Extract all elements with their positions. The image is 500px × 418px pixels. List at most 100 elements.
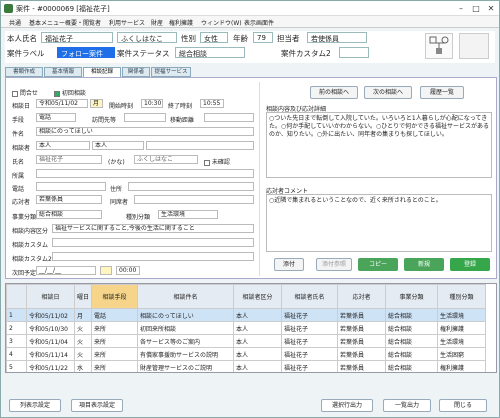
col-header-consulter-type[interactable]: 相談者区分 (233, 284, 283, 309)
case-label-label: 案件ラベル (7, 49, 45, 58)
means-select[interactable]: 電話 (36, 113, 76, 122)
menu-item-assets[interactable]: 財産 (151, 18, 163, 27)
menu-item-overview[interactable]: 概要・閲覧者 (65, 18, 101, 27)
register-button[interactable]: 登録 (450, 258, 490, 271)
row-number: 1 (6, 308, 27, 322)
table-row[interactable]: 4 令和05/11/14 火来所 有償家事援助サービスの説明 本人 福祉花子 若葉係員 総合相… (6, 347, 487, 361)
select-output-button[interactable]: 選択行出力 (321, 399, 373, 412)
responder-select[interactable]: 若葉係員 (36, 195, 102, 204)
custom-label: 相談カスタム (12, 242, 49, 249)
menu-item-basic[interactable]: 基本メニュー (29, 18, 65, 27)
tab-basic-info[interactable]: 基本情報 (44, 67, 82, 77)
maximize-icon[interactable]: □ (470, 3, 482, 14)
next-consultation-button[interactable]: 次の相談へ (364, 86, 412, 99)
window-title: 案件 - #0000069 [福祉花子] (16, 5, 110, 13)
first-label: 初回相談 (61, 90, 86, 97)
person-kana-input[interactable]: ふくしはなこ (134, 155, 198, 164)
case-label-value: フォロー案件 (57, 47, 115, 58)
content-input[interactable]: 福祉サービスに関すること,今後の生活に関すること (52, 224, 254, 233)
comment-textarea[interactable]: ○近隣で集まれるということなので、近く来所されるとのこと。 (266, 194, 492, 252)
address-input[interactable] (128, 182, 254, 191)
new-button[interactable]: 新規 (404, 258, 444, 271)
unconfirmed-wrap: 未確認 (204, 157, 230, 166)
col-header-subject[interactable]: 相談件名 (137, 284, 235, 309)
table-row[interactable]: 2 令和05/10/30 火来所 初回来所相談 本人 福祉花子 若葉係員 総合相談 権利擁護 (6, 321, 487, 335)
cosupport-label: 同席者 (110, 199, 129, 206)
col-header-class[interactable]: 事業分類 (385, 284, 439, 309)
end-input[interactable]: 10:55 (200, 99, 224, 108)
start-input[interactable]: 10:30 (141, 99, 163, 108)
affiliation-input[interactable] (36, 169, 254, 178)
attach-button[interactable]: 添付 (274, 258, 304, 271)
cell-means: 来所 (91, 360, 139, 372)
person-name-label: 氏名 (12, 159, 25, 166)
move-input[interactable] (204, 113, 254, 122)
unconfirmed-label: 未確認 (211, 159, 230, 166)
history-button[interactable]: 履歴一覧 (420, 86, 464, 99)
menu-item-display[interactable]: 表示画面件 (244, 18, 274, 27)
first-checkbox-wrap: 初回相談 (54, 88, 86, 97)
cell-means: 電話 (91, 308, 139, 322)
tab-services[interactable]: 提福サービス (151, 67, 191, 77)
next-date-input[interactable]: __/__/__ (36, 266, 96, 275)
details-textarea[interactable]: ○ついた先日まで転倒して入院していた。いろいろと1人暮らしが心配になってきた。○… (266, 112, 492, 178)
means-label: 手段 (12, 117, 25, 124)
table-row[interactable]: 1 令和05/11/02 月電話 相談にのってほしい 本人 福祉花子 若葉係員 総合相談 生活環… (6, 308, 487, 322)
family-diagram-icon[interactable] (425, 33, 453, 59)
col-header-weekday[interactable]: 曜日 (73, 284, 93, 309)
case-status-label: 案件ステータス (117, 49, 170, 58)
col-header-responder[interactable]: 応対者 (337, 284, 387, 309)
col-header-type[interactable]: 種別分類 (437, 284, 487, 309)
subject-input[interactable]: 相談にのってほしい (36, 127, 254, 136)
col-header-consulter-name[interactable]: 相談者氏名 (281, 284, 339, 309)
unconfirmed-checkbox[interactable] (204, 159, 210, 166)
next-time-input[interactable]: 00:00 (116, 266, 140, 275)
col-header-means[interactable]: 相談手段 (91, 284, 139, 309)
consulter2-select[interactable]: 本人 (92, 141, 144, 150)
consulter-select[interactable]: 本人 (36, 141, 90, 150)
list-output-button[interactable]: 一覧出力 (383, 399, 431, 412)
cosupport-input[interactable] (134, 195, 254, 204)
visit-input[interactable] (124, 113, 166, 122)
custom2-label: 案件カスタム2 (281, 49, 331, 58)
first-checkbox[interactable] (54, 90, 60, 97)
menu-item-window[interactable]: ウィンドウ(W) (201, 18, 242, 27)
close-icon[interactable]: ✕ (485, 3, 497, 14)
type-select[interactable]: 生活環境 (158, 210, 218, 219)
tab-consultation[interactable]: 相談記録 (83, 67, 121, 77)
staff-value: 若使係員 (307, 32, 367, 43)
custom2-input[interactable] (52, 252, 254, 261)
date-input[interactable]: 令和05/11/02 (36, 99, 88, 108)
consulter3-input[interactable] (146, 141, 254, 150)
phone-input[interactable] (36, 182, 106, 191)
col-header-date[interactable]: 相談日 (26, 284, 75, 309)
table-row[interactable]: 3 令和05/11/04 火来所 各サービス等のご案内 本人 福祉花子 若葉係員 総合相談 生活… (6, 334, 487, 348)
closed-checkbox[interactable] (12, 90, 18, 97)
attach-ref-button[interactable]: 添付参照 (316, 258, 352, 271)
menu-item-rights[interactable]: 権利擁護 (169, 18, 193, 27)
tab-related[interactable]: 関係者 (122, 67, 150, 77)
menu-item-common[interactable]: 共通 (9, 18, 21, 27)
age-label: 年齢 (233, 34, 248, 43)
case-window: 案件 - #0000069 [福祉花子] – □ ✕ 共通 基本メニュー 概要・… (0, 0, 500, 418)
custom-input[interactable] (52, 238, 254, 247)
cell-type: 権利擁護 (437, 360, 487, 372)
visit-label: 訪問先等 (92, 117, 117, 124)
prev-consultation-button[interactable]: 前の相談へ (310, 86, 358, 99)
class-select[interactable]: 総合相談 (36, 210, 102, 219)
table-row[interactable]: 5 令和05/11/22 水来所 財産管理サービスのご説明 本人 福祉花子 若葉係員 総合相談… (6, 360, 487, 372)
column-settings-button[interactable]: 列表示設定 (9, 399, 61, 412)
tab-documents[interactable]: 書類作成 (5, 67, 43, 77)
cell-consulter-type: 本人 (233, 360, 283, 372)
class-label: 事業分類 (12, 214, 37, 221)
person-name-input[interactable]: 福祉花子 (36, 155, 102, 164)
phone-label: 電話 (12, 186, 25, 193)
kana-value: ふくしはなこ (117, 32, 177, 43)
close-button[interactable]: 閉じる (439, 399, 487, 412)
cell-consulter-name: 福祉花子 (281, 334, 339, 348)
cell-consulter-name: 福祉花子 (281, 308, 339, 322)
item-settings-button[interactable]: 項目表示設定 (71, 399, 123, 412)
copy-button[interactable]: コピー (358, 258, 398, 271)
menu-item-services[interactable]: 利用サービス (109, 18, 145, 27)
minimize-icon[interactable]: – (455, 3, 467, 14)
